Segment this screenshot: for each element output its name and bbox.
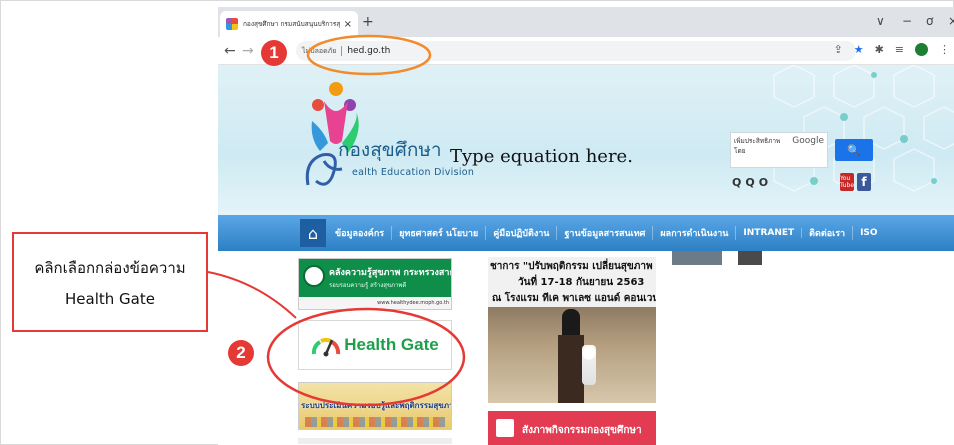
- equation-placeholder: Type equation here.: [450, 146, 633, 167]
- menu-item-results[interactable]: ผลการดำเนินงาน: [653, 226, 737, 240]
- omnibox[interactable]: ไม่ปลอดภัย hed.go.th: [296, 41, 856, 61]
- star-icon[interactable]: ★: [854, 43, 864, 56]
- share-icon[interactable]: ⇪: [833, 43, 842, 56]
- search-icon: 🔍: [847, 143, 861, 157]
- omnibox-separator: [341, 46, 343, 56]
- browser-window: กองสุขศึกษา กรมสนับสนุนบริการสุขภ × + ∨ …: [218, 7, 954, 445]
- news-title-line1: ชาการ "ปรับพฤติกรรม เปลี่ยนสุขภาพ: [490, 261, 653, 272]
- main-menu: ข้อมูลองค์กร ยุทธศาสตร์ นโยบาย คู่มือปฏิ…: [328, 215, 885, 251]
- zoom-out-icon[interactable]: Q: [732, 176, 741, 189]
- reading-list-icon[interactable]: ≡: [895, 43, 904, 56]
- instruction-callout: คลิกเลือกกล่องข้อความ Health Gate: [12, 232, 208, 332]
- people-illustration: [305, 417, 445, 427]
- menu-item-manual[interactable]: คู่มือปฏิบัติงาน: [486, 226, 558, 240]
- forward-button[interactable]: →: [242, 43, 254, 59]
- step-2-marker: 2: [228, 340, 254, 366]
- close-window-button[interactable]: ×: [948, 14, 954, 28]
- profile-icon[interactable]: [915, 43, 928, 56]
- menu-item-organization[interactable]: ข้อมูลองค์กร: [328, 226, 393, 240]
- activity-gallery-banner[interactable]: สังภาพกิจกรรมกองสุขศึกษา: [488, 411, 656, 445]
- card1-title: คลังความรู้สุขภาพ กระทรวงสาธารณสุข: [329, 268, 451, 278]
- browser-tab[interactable]: กองสุขศึกษา กรมสนับสนุนบริการสุขภ ×: [220, 11, 358, 37]
- card1-subtitle: รอบรอบความรู้ สร้างสุขภาพดี: [329, 282, 407, 289]
- menu-item-iso[interactable]: ISO: [853, 228, 884, 238]
- callout-line1: คลิกเลือกกล่องข้อความ: [34, 259, 186, 277]
- tab-close-icon[interactable]: ×: [344, 19, 352, 30]
- flower-stand: [582, 345, 596, 385]
- zoom-reset-icon[interactable]: O: [759, 176, 768, 189]
- card3-title: ระบบประเมินความรอบรู้และพฤติกรรมสุขภาพ: [301, 401, 452, 410]
- youtube-icon[interactable]: You Tube: [840, 173, 854, 191]
- site-logo-thai[interactable]: กองสุขศึกษา: [338, 135, 442, 165]
- site-logo-english: ealth Education Division: [352, 167, 475, 178]
- more-icon[interactable]: ⋮: [939, 43, 950, 56]
- facebook-icon[interactable]: f: [857, 173, 871, 191]
- news-title-line3: ณ โรงแรม ทีเค พาเลซ แอนด์ คอนเวน: [492, 293, 656, 304]
- news-slide[interactable]: ชาการ "ปรับพฤติกรรม เปลี่ยนสุขภาพ วันที่…: [488, 257, 656, 403]
- extension-icon[interactable]: ✱: [875, 43, 884, 56]
- minimize-button[interactable]: −: [902, 14, 912, 28]
- menu-item-database[interactable]: ฐานข้อมูลสารสนเทศ: [557, 226, 654, 240]
- health-gate-label: Health Gate: [344, 335, 439, 354]
- social-links: You Tube f: [840, 173, 871, 191]
- zoom-controls: Q Q O: [732, 176, 768, 189]
- gallery-icon: [496, 419, 514, 437]
- security-indicator[interactable]: ไม่ปลอดภัย: [302, 46, 336, 57]
- restore-button[interactable]: ơ: [926, 14, 933, 28]
- podium: [558, 335, 584, 403]
- thumbnail-2[interactable]: [738, 251, 762, 265]
- search-placeholder: เพิ่มประสิทธิภาพโดย: [734, 137, 781, 155]
- back-button[interactable]: ←: [224, 43, 236, 59]
- site-favicon-icon: [226, 18, 238, 30]
- new-tab-button[interactable]: +: [362, 14, 374, 30]
- tab-bar: กองสุขศึกษา กรมสนับสนุนบริการสุขภ × + ∨ …: [218, 7, 954, 37]
- site-banner: กองสุขศึกษา ealth Education Division Typ…: [218, 65, 954, 215]
- address-bar-row: ← → ไม่ปลอดภัย hed.go.th ⇪ ★ ✱ ≡ ⋮: [218, 37, 954, 65]
- next-banner[interactable]: [298, 438, 452, 444]
- step-1-marker: 1: [261, 40, 287, 66]
- home-icon[interactable]: ⌂: [300, 219, 326, 247]
- tab-search-icon[interactable]: ∨: [876, 14, 885, 28]
- health-literacy-assessment-banner[interactable]: ระบบประเมินความรอบรู้และพฤติกรรมสุขภาพ: [298, 382, 452, 430]
- website-content: กองสุขศึกษา ealth Education Division Typ…: [218, 65, 954, 445]
- card1-url: www.healthydee.moph.go.th: [299, 297, 451, 309]
- right-thumbnails: [672, 251, 782, 265]
- url-text[interactable]: hed.go.th: [347, 46, 390, 56]
- moph-emblem-icon: [303, 265, 325, 287]
- health-knowledge-banner[interactable]: คลังความรู้สุขภาพ กระทรวงสาธารณสุข รอบรอ…: [298, 258, 452, 310]
- menu-item-contact[interactable]: ติดต่อเรา: [802, 226, 854, 240]
- google-label: Google: [792, 136, 824, 146]
- thumbnail-1[interactable]: [672, 251, 722, 265]
- toolbar-icons: ⇪ ★ ✱ ≡ ⋮: [833, 43, 950, 56]
- health-gate-gauge-icon: [312, 337, 341, 357]
- zoom-in-icon[interactable]: Q: [745, 176, 754, 189]
- tab-title: กองสุขศึกษา กรมสนับสนุนบริการสุขภ: [243, 20, 340, 28]
- activity-title: สังภาพกิจกรรมกองสุขศึกษา: [522, 425, 642, 436]
- menu-item-strategy[interactable]: ยุทธศาสตร์ นโยบาย: [392, 226, 487, 240]
- callout-line2: Health Gate: [65, 290, 155, 308]
- news-title-line2: วันที่ 17-18 กันยายน 2563: [518, 277, 645, 288]
- menu-item-intranet[interactable]: INTRANET: [736, 228, 803, 238]
- main-menu-bar: ⌂ ข้อมูลองค์กร ยุทธศาสตร์ นโยบาย คู่มือป…: [218, 215, 954, 251]
- search-button[interactable]: 🔍: [835, 139, 873, 161]
- health-gate-button[interactable]: Health Gate: [298, 320, 452, 370]
- site-search-input[interactable]: เพิ่มประสิทธิภาพโดย Google: [730, 132, 828, 168]
